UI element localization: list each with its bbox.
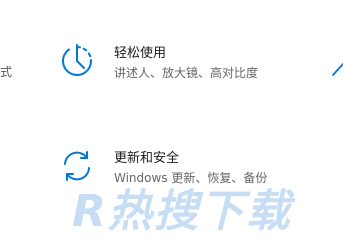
tile-title: 轻松使用 <box>114 46 167 61</box>
settings-tile-update-security[interactable]: 更新和安全 Windows 更新、恢复、备份 <box>58 145 328 205</box>
tile-title: 更新和安全 <box>114 151 180 166</box>
tile-description: 讲述人、放大镜、高对比度 <box>114 66 259 80</box>
left-tile-description-fragment: 式 <box>0 65 13 79</box>
partial-tile-icon <box>332 63 343 76</box>
tile-description: Windows 更新、恢复、备份 <box>114 171 268 185</box>
settings-tile-ease-of-access[interactable]: 轻松使用 讲述人、放大镜、高对比度 <box>58 40 328 100</box>
ease-of-access-icon <box>62 44 92 76</box>
update-sync-icon <box>64 151 90 181</box>
